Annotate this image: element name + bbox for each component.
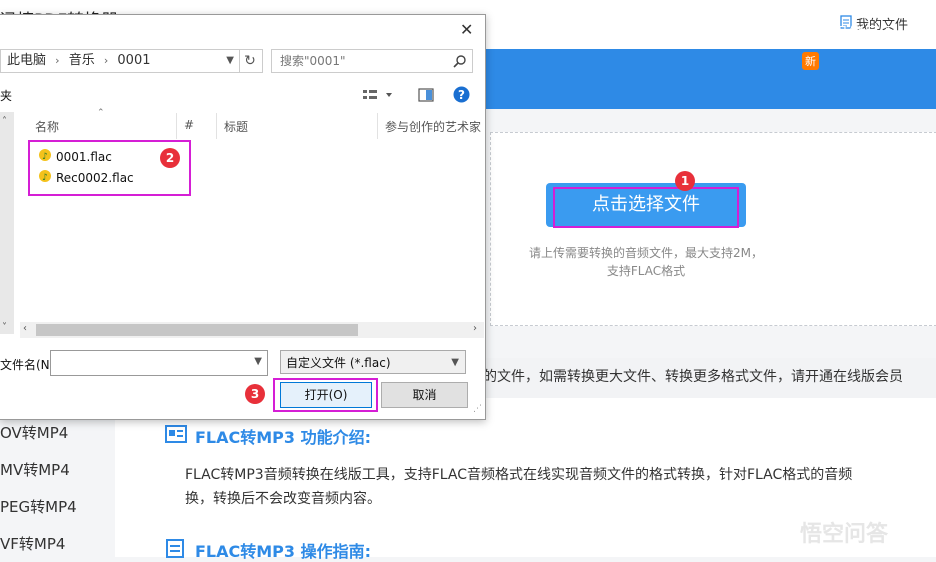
new-folder-button[interactable]: 夹 [0, 87, 12, 104]
chevron-down-icon[interactable]: ▼ [451, 351, 459, 375]
chevron-up-icon[interactable]: ˄ [2, 116, 7, 127]
highlight-box-upload [553, 187, 739, 228]
column-separator [176, 113, 177, 139]
filename-input[interactable]: ▼ [50, 350, 268, 376]
nav-image-ocr[interactable]: 图片文字识别 ▾ [494, 20, 603, 44]
search-icon[interactable] [453, 53, 466, 75]
filetype-value: 自定义文件 (*.flac) [286, 356, 391, 370]
help-icon[interactable]: ? [453, 86, 470, 107]
column-header-number[interactable]: # [184, 118, 194, 132]
sidebar-item-mov-mp4[interactable]: OV转MP4 [0, 422, 68, 443]
dialog-toolbar [0, 80, 485, 112]
sidebar-item-swf-mp4[interactable]: VF转MP4 [0, 533, 65, 554]
upload-hint-line-1: 请上传需要转换的音频文件，最大支持2M， [529, 246, 763, 260]
cancel-button[interactable]: 取消 [381, 382, 468, 408]
path-segment-music[interactable]: 音乐 [69, 53, 95, 68]
scrollbar-thumb[interactable] [36, 324, 358, 336]
chevron-left-icon[interactable]: ‹ [23, 323, 27, 334]
sidebar-item-wmv-mp4[interactable]: MV转MP4 [0, 459, 70, 480]
search-input[interactable]: 搜索"0001" [271, 49, 473, 73]
column-header-title[interactable]: 标题 [224, 118, 248, 135]
column-separator [377, 113, 378, 139]
close-icon[interactable]: ✕ [460, 20, 473, 39]
column-separator [216, 113, 217, 139]
filetype-select[interactable]: 自定义文件 (*.flac) ▼ [280, 350, 466, 374]
nav-speech[interactable]: 语音识别 ▾ [628, 20, 705, 44]
section-title-intro: FLAC转MP3 功能介绍: [165, 424, 371, 448]
path-segment-pc[interactable]: 此电脑 [7, 53, 46, 68]
highlight-box-open [273, 378, 378, 412]
nav-plagiarism[interactable]: 论文查重 ▾ [730, 20, 807, 44]
chevron-down-icon[interactable]: ▼ [226, 50, 234, 72]
chevron-right-icon: › [55, 54, 60, 67]
section-title-guide: FLAC转MP3 操作指南: [165, 538, 371, 562]
chevron-down-icon[interactable]: ˅ [2, 322, 7, 333]
intro-line-2: 换，转换后不会改变音频内容。 [185, 491, 381, 507]
checklist-icon [165, 538, 187, 562]
section-title-guide-label: FLAC转MP3 操作指南: [195, 542, 372, 561]
upload-card [490, 132, 936, 326]
top-nav [440, 49, 936, 109]
chevron-right-icon: › [103, 54, 109, 67]
nav-mindmap[interactable]: 思维导图 ▾ [832, 20, 909, 44]
refresh-icon[interactable]: ↻ [238, 49, 263, 73]
intro-line-1: FLAC转MP3音频转换在线版工具，支持FLAC音频格式在线实现音频文件的格式转… [185, 467, 853, 483]
upgrade-notice: 的文件，如需转换更大文件、转换更多格式文件，请开通在线版会员 [483, 369, 903, 385]
column-header-name[interactable]: 名称 [35, 118, 59, 135]
sidebar-item-mpeg-mp4[interactable]: PEG转MP4 [0, 496, 77, 517]
upload-hint: 请上传需要转换的音频文件，最大支持2M， 支持FLAC格式 [490, 244, 802, 280]
chevron-down-icon[interactable]: ▼ [254, 356, 262, 367]
step-marker-2: 2 [160, 148, 180, 168]
chevron-right-icon[interactable]: › [473, 323, 477, 334]
section-title-intro-label: FLAC转MP3 功能介绍: [195, 428, 372, 447]
column-header-artist[interactable]: 参与创作的艺术家 [385, 118, 481, 135]
document-icon [165, 424, 187, 448]
step-marker-1: 1 [675, 171, 695, 191]
upload-hint-line-2: 支持FLAC格式 [606, 264, 686, 278]
resize-grip-icon[interactable]: ⋰ [473, 404, 482, 414]
search-placeholder: 搜索"0001" [280, 54, 346, 68]
step-marker-3: 3 [245, 384, 265, 404]
address-bar[interactable]: 此电脑 › 音乐 › 0001 ▼ [0, 49, 240, 73]
sort-arrow-icon: ⌃ [97, 108, 105, 118]
view-options-icon[interactable] [362, 87, 392, 106]
watermark: 悟空问答 [800, 522, 889, 547]
navigation-pane[interactable] [0, 112, 14, 334]
svg-text:?: ? [458, 88, 465, 102]
preview-pane-icon[interactable] [418, 87, 434, 106]
new-badge: 新 [802, 52, 819, 70]
path-segment-folder[interactable]: 0001 [117, 53, 150, 68]
intro-paragraph: FLAC转MP3音频转换在线版工具，支持FLAC音频格式在线实现音频文件的格式转… [185, 463, 936, 511]
